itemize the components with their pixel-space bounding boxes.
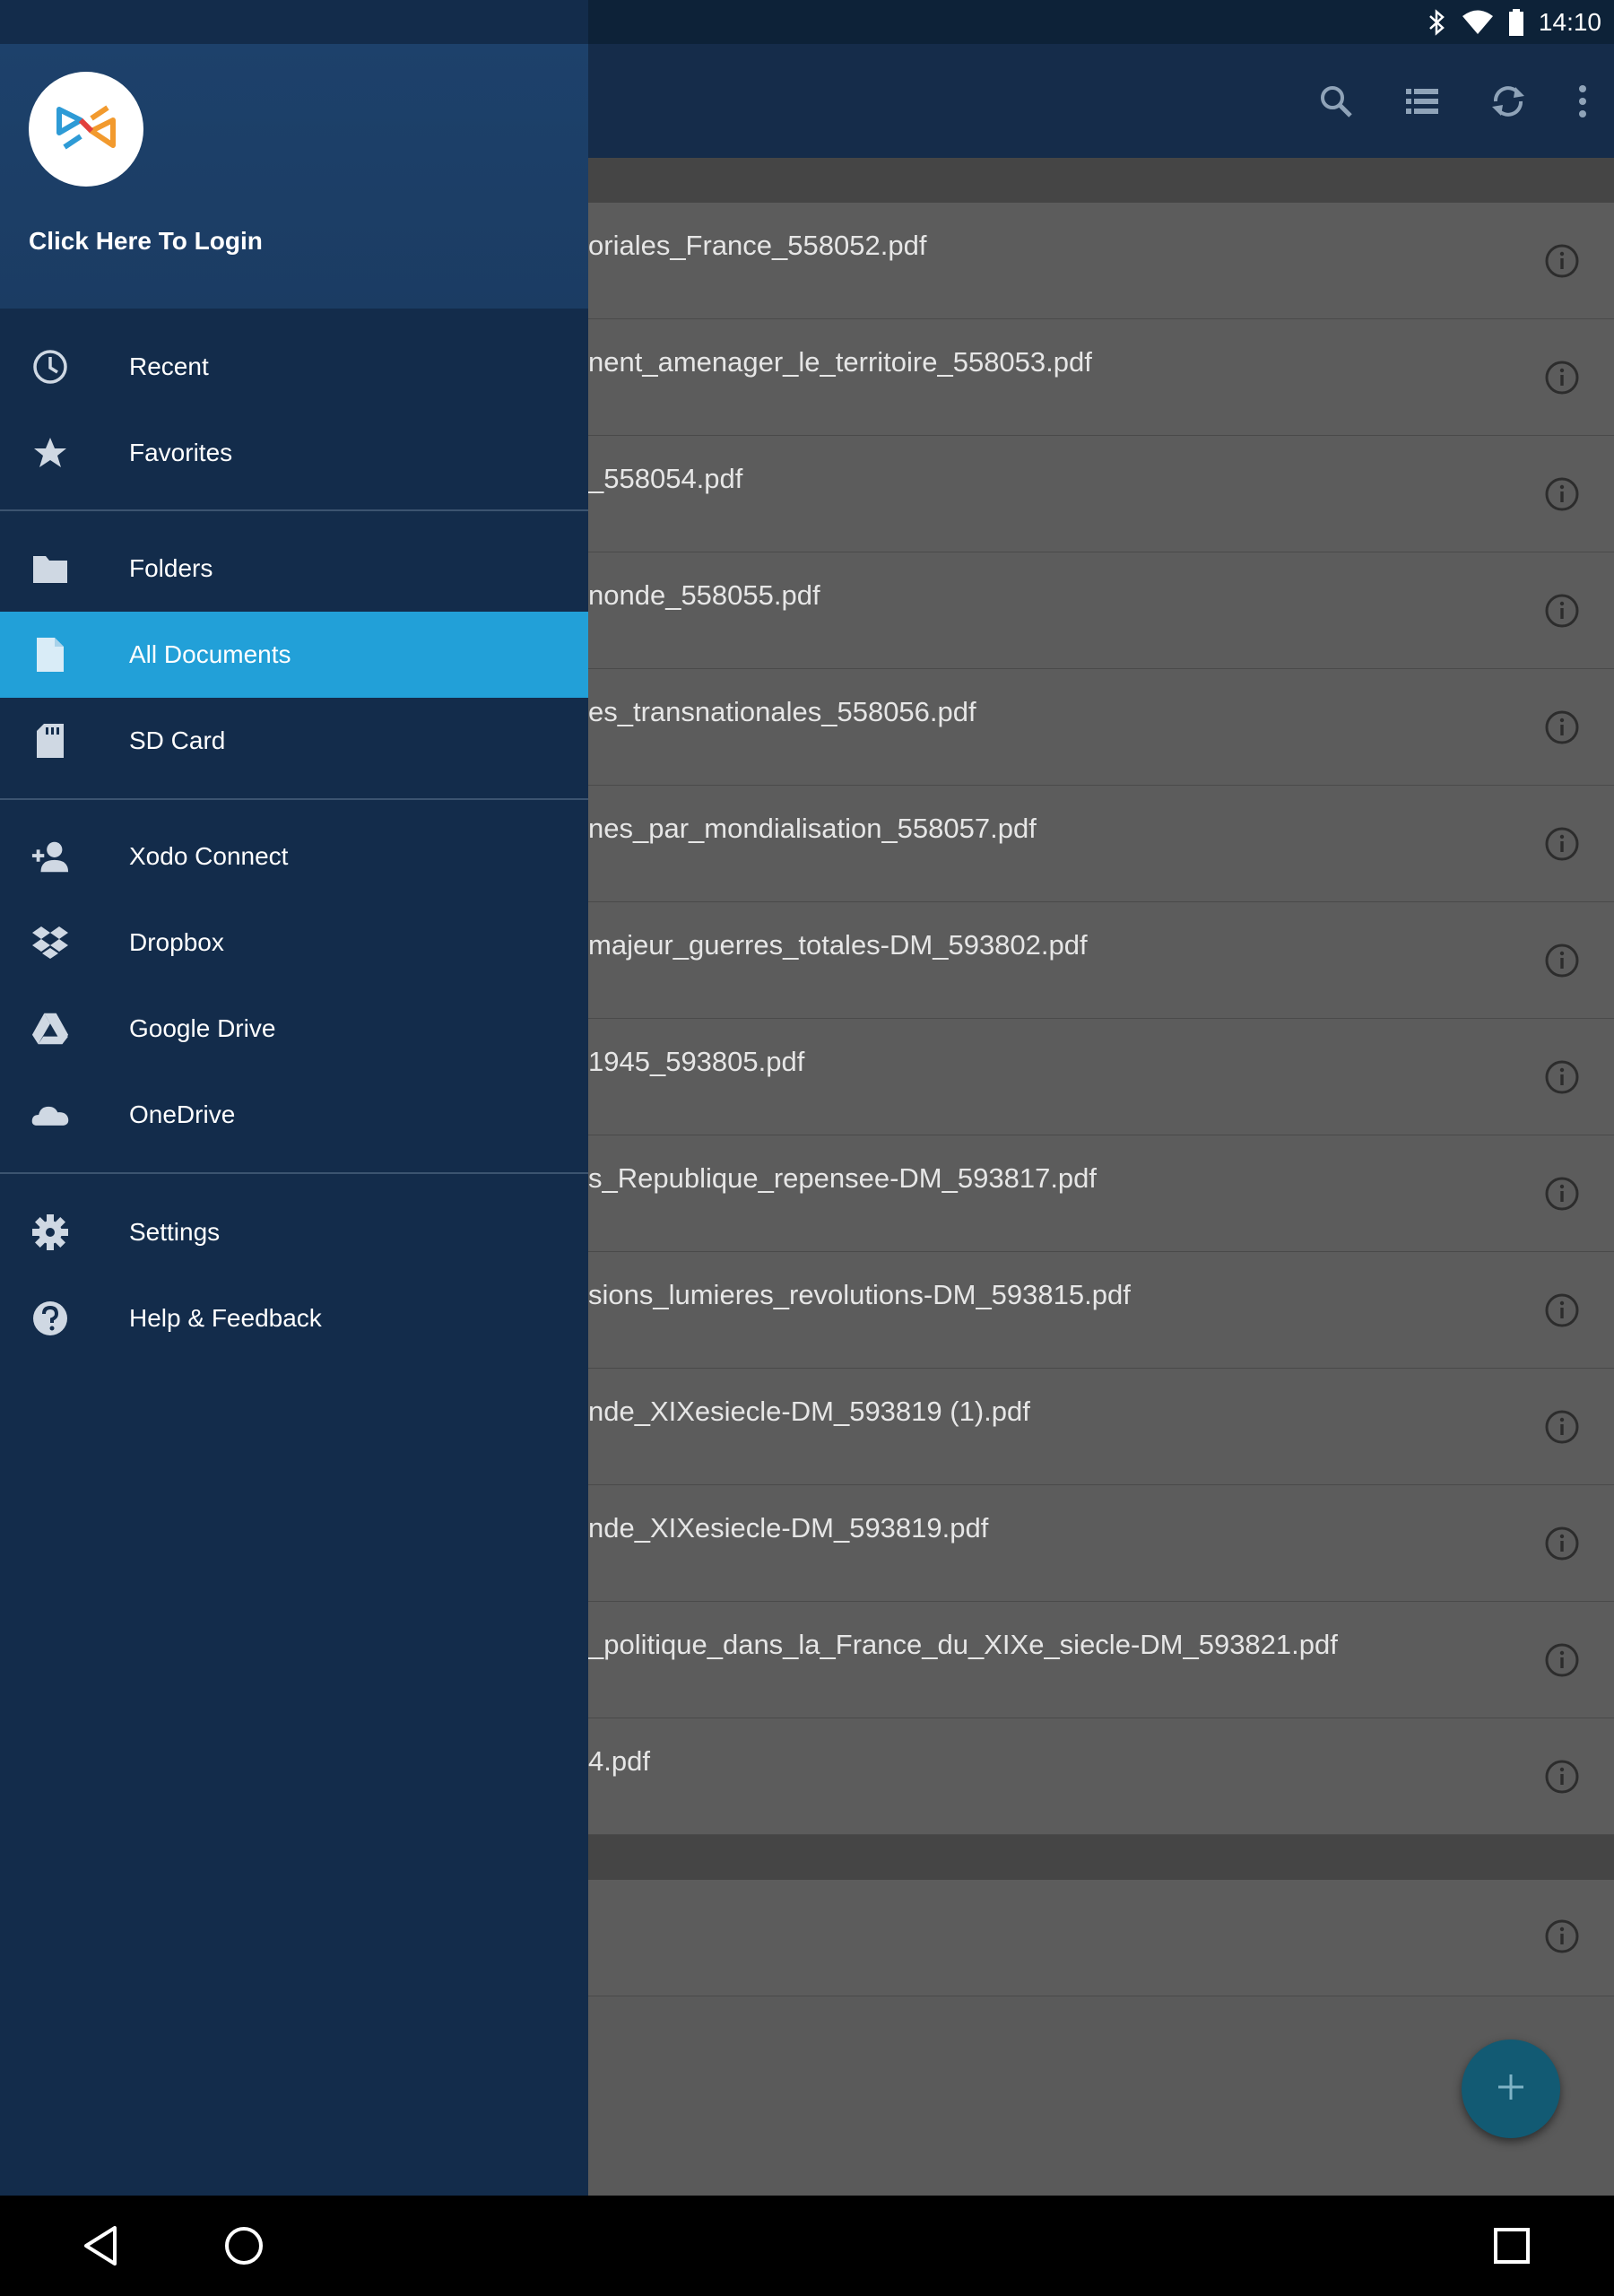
battery-icon <box>1508 8 1524 36</box>
recents-icon[interactable] <box>1480 2213 1544 2278</box>
document-name: s_Republique_repensee-DM_593817.pdf <box>588 1162 1098 1194</box>
xodo-logo-icon <box>54 100 118 159</box>
drawer-item-label: All Documents <box>129 640 291 668</box>
home-icon[interactable] <box>212 2213 276 2278</box>
document-name: sions_lumieres_revolutions-DM_593815.pdf <box>588 1279 1131 1310</box>
info-icon[interactable] <box>1543 1058 1581 1096</box>
info-icon[interactable] <box>1543 942 1581 979</box>
document-name: 4.pdf <box>588 1745 650 1777</box>
clock-icon <box>30 347 70 387</box>
drawer-divider <box>0 798 588 800</box>
drawer-item-recent[interactable]: Recent <box>0 324 588 410</box>
drawer-header: Click Here To Login <box>0 44 588 309</box>
document-icon <box>30 635 70 674</box>
status-clock: 14:10 <box>1538 7 1601 36</box>
drawer-item-help-feedback[interactable]: Help & Feedback <box>0 1275 588 1361</box>
info-icon[interactable] <box>1543 242 1581 280</box>
avatar[interactable] <box>29 72 143 187</box>
add-fab-button[interactable] <box>1462 2039 1560 2138</box>
drawer-item-label: SD Card <box>129 726 226 754</box>
wifi-icon <box>1462 10 1494 35</box>
document-name: oriales_France_558052.pdf <box>588 230 927 261</box>
document-name: nde_XIXesiecle-DM_593819 (1).pdf <box>588 1396 1030 1427</box>
system-nav-bar <box>0 2196 1614 2296</box>
info-icon[interactable] <box>1543 1408 1581 1446</box>
list-view-icon[interactable] <box>1379 58 1465 144</box>
document-name: nonde_558055.pdf <box>588 579 820 611</box>
info-icon[interactable] <box>1543 592 1581 630</box>
help-icon <box>30 1299 70 1338</box>
drawer-item-label: Dropbox <box>129 928 224 956</box>
drawer-item-label: Recent <box>129 352 209 380</box>
info-icon[interactable] <box>1543 1918 1581 1955</box>
drawer-item-label: Xodo Connect <box>129 842 289 870</box>
drawer-item-onedrive[interactable]: OneDrive <box>0 1072 588 1158</box>
drawer-item-label: Favorites <box>129 439 233 466</box>
search-icon[interactable] <box>1293 58 1379 144</box>
drawer-item-google-drive[interactable]: Google Drive <box>0 986 588 1072</box>
drawer-item-favorites[interactable]: Favorites <box>0 410 588 496</box>
drawer-item-label: Help & Feedback <box>129 1304 322 1332</box>
star-icon <box>30 433 70 473</box>
folder-icon <box>30 549 70 588</box>
info-icon[interactable] <box>1543 709 1581 746</box>
drawer-item-label: Folders <box>129 554 213 582</box>
sync-icon[interactable] <box>1465 58 1551 144</box>
document-name: _politique_dans_la_France_du_XIXe_siecle… <box>588 1629 1338 1660</box>
dropbox-icon <box>30 923 70 962</box>
add-person-icon <box>30 837 70 876</box>
document-name: 1945_593805.pdf <box>588 1046 805 1077</box>
info-icon[interactable] <box>1543 1758 1581 1796</box>
bluetooth-icon <box>1427 8 1447 36</box>
login-link[interactable]: Click Here To Login <box>29 227 263 256</box>
sd-card-icon <box>30 721 70 761</box>
info-icon[interactable] <box>1543 1175 1581 1213</box>
document-name: es_transnationales_558056.pdf <box>588 696 976 727</box>
drawer-item-label: OneDrive <box>129 1100 236 1128</box>
overflow-menu-icon[interactable] <box>1551 58 1614 144</box>
info-icon[interactable] <box>1543 825 1581 863</box>
drawer-divider <box>0 509 588 511</box>
onedrive-icon <box>30 1095 70 1135</box>
drawer-item-dropbox[interactable]: Dropbox <box>0 900 588 986</box>
plus-icon <box>1496 2072 1526 2107</box>
drawer-item-folders[interactable]: Folders <box>0 526 588 612</box>
document-name: nes_par_mondialisation_558057.pdf <box>588 813 1037 844</box>
gear-icon <box>30 1213 70 1252</box>
document-name: majeur_guerres_totales-DM_593802.pdf <box>588 929 1088 961</box>
info-icon[interactable] <box>1543 1292 1581 1329</box>
drawer-item-all-documents[interactable]: All Documents <box>0 612 588 698</box>
drawer-item-settings[interactable]: Settings <box>0 1189 588 1275</box>
drawer-item-label: Google Drive <box>129 1014 276 1042</box>
drawer-item-xodo-connect[interactable]: Xodo Connect <box>0 813 588 900</box>
back-icon[interactable] <box>68 2213 133 2278</box>
drawer-item-sd-card[interactable]: SD Card <box>0 698 588 784</box>
drawer-divider <box>0 1172 588 1174</box>
info-icon[interactable] <box>1543 1525 1581 1562</box>
google-drive-icon <box>30 1009 70 1048</box>
info-icon[interactable] <box>1543 1641 1581 1679</box>
drawer-item-label: Settings <box>129 1218 221 1246</box>
info-icon[interactable] <box>1543 359 1581 396</box>
navigation-drawer: Click Here To Login Recent Favorites Folde… <box>0 0 588 2196</box>
document-name: _558054.pdf <box>588 463 743 494</box>
info-icon[interactable] <box>1543 475 1581 513</box>
document-name: nde_XIXesiecle-DM_593819.pdf <box>588 1512 989 1544</box>
document-name: nent_amenager_le_territoire_558053.pdf <box>588 346 1092 378</box>
